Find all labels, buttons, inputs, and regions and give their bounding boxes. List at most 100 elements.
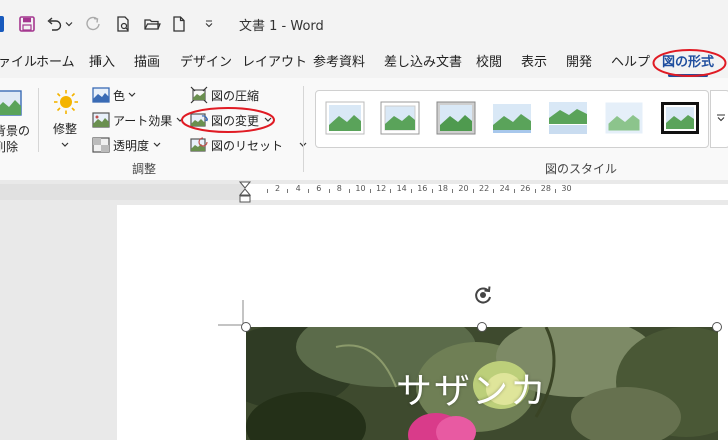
picture-style-2[interactable] — [380, 101, 420, 135]
ruler-number: 22 — [479, 184, 490, 193]
resize-handle-top-left[interactable] — [241, 322, 251, 332]
window-title: 文書 1 - Word — [239, 19, 324, 34]
corrections-button[interactable]: 修整 — [50, 86, 84, 154]
ruler-number: 4 — [295, 184, 301, 193]
tab-layout[interactable]: レイアウト — [242, 48, 307, 78]
ruler-number: 2 — [275, 184, 281, 193]
picture-styles-gallery — [315, 90, 728, 148]
ruler-number: 28 — [540, 184, 551, 193]
customize-dropdown-icon[interactable] — [202, 13, 216, 35]
ruler-number: 20 — [458, 184, 469, 193]
word-logo-icon — [0, 13, 6, 35]
compress-icon — [190, 86, 208, 104]
tab-references[interactable]: 参考資料 — [313, 48, 365, 78]
ruler-tick — [390, 189, 392, 193]
ribbon-tabs: ァイル ホーム 挿入 描画 デザイン レイアウト 参考資料 差し込み文書 校閲 … — [0, 48, 728, 78]
undo-dropdown-icon[interactable] — [64, 13, 74, 35]
horizontal-ruler: 2 4 6 8 10 12 14 16 18 20 22 24 26 28 30 — [0, 180, 728, 205]
ruler-tick — [431, 189, 433, 193]
gallery-more-button[interactable] — [710, 90, 728, 148]
ruler-number: 12 — [376, 184, 387, 193]
tab-file[interactable]: ァイル — [0, 48, 37, 78]
sun-icon — [54, 90, 78, 114]
ruler-number: 18 — [437, 184, 448, 193]
tab-mailings[interactable]: 差し込み文書 — [384, 48, 462, 78]
indent-marker-icon[interactable] — [239, 180, 251, 205]
remove-background-label-2: 削除 — [0, 140, 19, 154]
ruler-tick — [534, 189, 536, 193]
tab-view[interactable]: 表示 — [521, 48, 547, 78]
corrections-label: 修整 — [53, 122, 78, 136]
ruler-number: 8 — [336, 184, 342, 193]
ribbon: 背景の 削除 修整 色 アート効果 透明度 図の圧縮 図の変更 図のリセット 調… — [0, 78, 728, 180]
resize-handle-top-center[interactable] — [477, 322, 487, 332]
tab-developer[interactable]: 開発 — [566, 48, 592, 78]
ruler-tick — [349, 189, 351, 193]
picture-color-icon — [92, 87, 110, 103]
color-label: 色 — [113, 88, 126, 103]
reset-picture-label: 図のリセット — [211, 138, 284, 153]
ruler-tick — [452, 189, 454, 193]
ruler-number: 6 — [316, 184, 322, 193]
picture-style-4[interactable] — [492, 101, 532, 135]
ruler-tick — [472, 189, 474, 193]
ruler-number: 30 — [561, 184, 572, 193]
undo-icon[interactable] — [44, 13, 64, 35]
ruler-tick — [513, 189, 515, 193]
picture-caption: サザンカ — [396, 371, 549, 412]
color-button[interactable]: 色 — [92, 84, 136, 106]
ruler-number: 16 — [417, 184, 428, 193]
picture-style-6[interactable] — [604, 101, 644, 135]
transparency-button[interactable]: 透明度 — [92, 134, 161, 156]
artistic-effects-icon — [92, 112, 110, 128]
picture-style-1[interactable] — [325, 101, 365, 135]
remove-background-label-1: 背景の — [0, 124, 31, 138]
ruler-margin-left — [0, 184, 245, 200]
resize-handle-top-right[interactable] — [712, 322, 722, 332]
transparency-label: 透明度 — [113, 138, 150, 153]
save-icon[interactable] — [16, 13, 38, 35]
picture-styles-group-label: 図のスタイル — [545, 162, 618, 176]
ruler-number: 26 — [520, 184, 531, 193]
picture-style-7[interactable] — [660, 101, 700, 135]
reset-picture-icon — [190, 137, 208, 152]
ruler-tick — [410, 189, 412, 193]
remove-background-icon — [0, 90, 22, 116]
rotate-handle-icon[interactable] — [471, 283, 495, 307]
chevron-down-icon — [61, 142, 69, 147]
new-document-icon[interactable] — [169, 13, 189, 35]
chevron-down-icon — [153, 142, 161, 147]
ruler-number: 14 — [396, 184, 407, 193]
compress-pictures-button[interactable]: 図の圧縮 — [190, 84, 259, 106]
tab-home[interactable]: ホーム — [36, 48, 75, 78]
tab-review[interactable]: 校閲 — [476, 48, 502, 78]
chevron-down-icon — [128, 92, 136, 97]
tab-design[interactable]: デザイン — [180, 48, 232, 78]
print-preview-icon[interactable] — [113, 13, 133, 35]
separator — [38, 88, 39, 152]
gallery-expand-icon — [717, 114, 725, 122]
ruler-tick — [266, 189, 268, 193]
ruler-tick — [307, 189, 309, 193]
tab-insert[interactable]: 挿入 — [89, 48, 115, 78]
ruler-tick — [493, 189, 495, 193]
adjust-group-label: 調整 — [132, 162, 157, 176]
artistic-effects-button[interactable]: アート効果 — [92, 109, 184, 131]
ruler-tick — [369, 189, 371, 193]
artistic-effects-label: アート効果 — [113, 113, 173, 128]
ruler-tick — [328, 189, 330, 193]
title-bar: 文書 1 - Word — [0, 0, 728, 48]
picture-style-3[interactable] — [436, 101, 476, 135]
tab-draw[interactable]: 描画 — [134, 48, 160, 78]
ruler-tick — [555, 189, 557, 193]
ruler-number: 10 — [355, 184, 366, 193]
reset-picture-button[interactable]: 図のリセット — [190, 134, 307, 156]
tab-help[interactable]: ヘルプ — [611, 48, 650, 78]
remove-background-button[interactable]: 背景の 削除 — [0, 88, 32, 154]
annotation-ellipse-change-picture — [181, 107, 275, 133]
ruler-tick — [287, 189, 289, 193]
redo-icon[interactable] — [83, 13, 103, 35]
transparency-icon — [92, 137, 110, 153]
picture-style-5[interactable] — [548, 101, 588, 135]
open-folder-icon[interactable] — [141, 13, 163, 35]
